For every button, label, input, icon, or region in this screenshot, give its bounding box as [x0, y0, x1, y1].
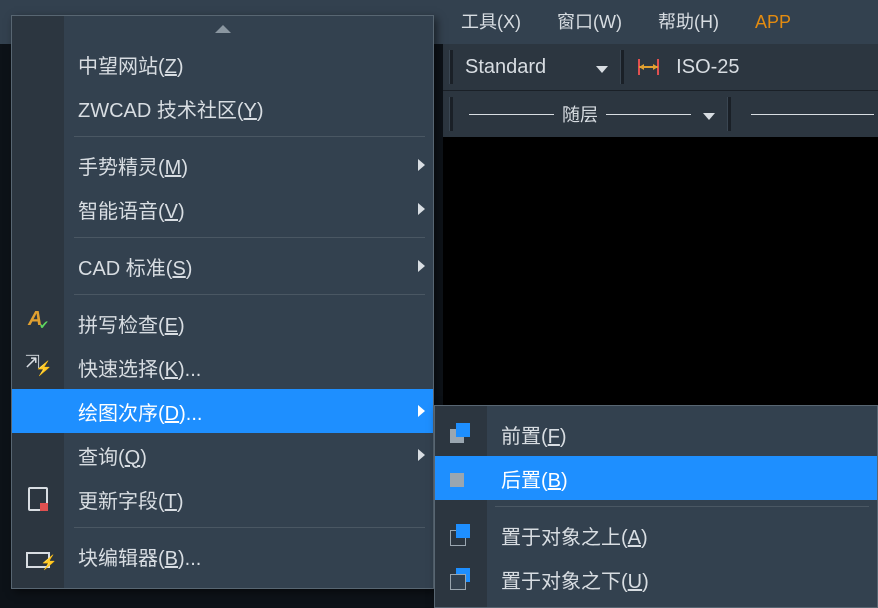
menu-item-cad-standards[interactable]: CAD 标准(S) — [12, 244, 433, 288]
menu-item-draw-order[interactable]: 绘图次序(D)... — [12, 389, 433, 433]
tools-menu-popup: 中望网站(Z) ZWCAD 技术社区(Y) 手势精灵(M) 智能语音(V) CA… — [11, 15, 434, 589]
menu-item-gesture[interactable]: 手势精灵(M) — [12, 143, 433, 187]
triangle-up-icon — [215, 25, 231, 33]
toolbar-separator — [620, 50, 624, 84]
send-to-back-icon — [448, 465, 474, 491]
menu-window[interactable]: 窗口(W) — [539, 0, 640, 44]
bring-above-icon — [448, 522, 474, 548]
draw-order-submenu: 前置(F) 后置(B) 置于对象之上(A) 置于对象之下(U) — [434, 405, 878, 608]
menu-separator — [74, 294, 425, 295]
menu-item-inquiry[interactable]: 查询(Q) — [12, 433, 433, 477]
menu-separator — [74, 136, 425, 137]
lineweight-preview-icon — [751, 114, 874, 115]
menu-item-zwcad-community[interactable]: ZWCAD 技术社区(Y) — [12, 86, 433, 130]
submenu-arrow-icon — [418, 203, 425, 215]
block-editor-icon — [26, 552, 50, 568]
submenu-arrow-icon — [418, 260, 425, 272]
bring-to-front-icon — [448, 421, 474, 447]
toolbar-linetype: 随层 — [443, 91, 878, 137]
toolbar-separator — [449, 50, 453, 84]
dimension-style-icon[interactable] — [636, 53, 664, 81]
menu-item-quick-select[interactable]: 快速选择(K)... — [12, 345, 433, 389]
submenu-arrow-icon — [418, 159, 425, 171]
menu-item-spell-check[interactable]: 拼写检查(E) — [12, 301, 433, 345]
line-preview-icon — [469, 114, 554, 115]
toolbar-styles: Standard ISO-25 — [443, 44, 878, 91]
submenu-arrow-icon — [418, 405, 425, 417]
linetype-dropdown[interactable]: 随层 — [459, 100, 721, 128]
toolbar-separator — [449, 97, 453, 131]
dim-style-value: ISO-25 — [676, 56, 739, 79]
spell-check-icon — [25, 310, 51, 336]
menu-separator — [74, 237, 425, 238]
toolbar-separator — [727, 97, 731, 131]
submenu-item-bring-front[interactable]: 前置(F) — [435, 412, 877, 456]
update-field-icon — [28, 487, 48, 511]
submenu-item-above-object[interactable]: 置于对象之上(A) — [435, 513, 877, 557]
line-preview-icon — [606, 114, 691, 115]
menu-scroll-up[interactable] — [12, 16, 433, 42]
menu-item-voice[interactable]: 智能语音(V) — [12, 187, 433, 231]
submenu-item-send-back[interactable]: 后置(B) — [435, 456, 877, 500]
menu-item-zw-website[interactable]: 中望网站(Z) — [12, 42, 433, 86]
menu-app[interactable]: APP — [737, 0, 809, 44]
send-below-icon — [448, 566, 474, 592]
menu-separator — [495, 506, 869, 507]
dim-style-dropdown[interactable]: ISO-25 — [670, 51, 745, 83]
menu-item-block-editor[interactable]: 块编辑器(B)... — [12, 534, 433, 578]
submenu-item-below-object[interactable]: 置于对象之下(U) — [435, 557, 877, 601]
chevron-down-icon — [703, 113, 715, 120]
text-style-dropdown[interactable]: Standard — [459, 51, 614, 83]
menu-tools[interactable]: 工具(X) — [443, 0, 539, 44]
menu-separator — [74, 527, 425, 528]
quick-select-icon — [25, 354, 51, 380]
submenu-arrow-icon — [418, 449, 425, 461]
linetype-value: 随层 — [558, 101, 602, 127]
chevron-down-icon — [596, 66, 608, 73]
menu-item-update-fields[interactable]: 更新字段(T) — [12, 477, 433, 521]
text-style-value: Standard — [465, 56, 546, 79]
menu-help[interactable]: 帮助(H) — [640, 0, 737, 44]
